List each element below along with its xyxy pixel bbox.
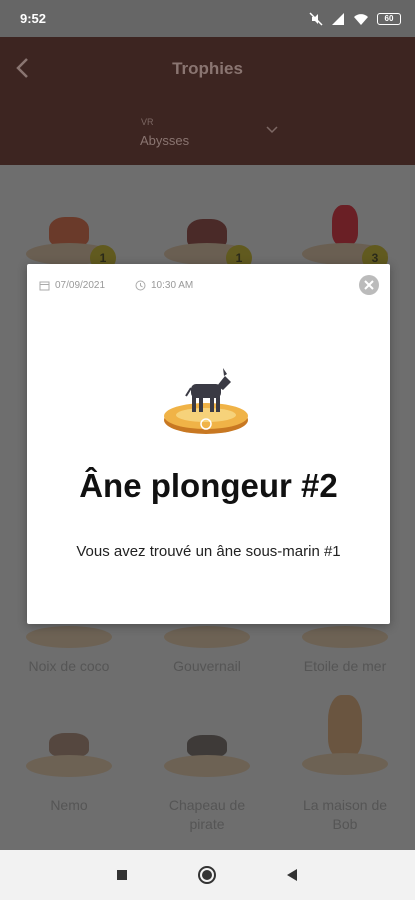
trophy-card[interactable]: Nemo — [14, 725, 124, 845]
date-text: 07/09/2021 — [55, 280, 106, 291]
trophy-name: Nemo — [50, 797, 88, 813]
pirate-hat-icon — [187, 735, 227, 757]
close-icon[interactable] — [358, 274, 380, 296]
trophy-detail-dialog: 07/09/2021 10:30 AM Âne plongeur #2 Vous… — [27, 264, 390, 624]
dropdown-label: VR — [141, 117, 154, 127]
square-icon[interactable] — [112, 865, 132, 885]
pedestal — [164, 626, 250, 648]
pedestal — [302, 753, 388, 775]
clock-icon — [135, 280, 146, 291]
trophy-card[interactable]: Chapeau de pirate — [152, 725, 262, 845]
pineapple-house-icon — [328, 695, 362, 757]
pedestal — [164, 755, 250, 777]
chevron-down-icon[interactable] — [265, 125, 279, 135]
circle-icon[interactable] — [197, 865, 217, 885]
status-icons: 60 — [309, 11, 401, 26]
time-text: 10:30 AM — [151, 280, 194, 291]
pedestal — [302, 626, 388, 648]
wifi-icon — [354, 13, 368, 25]
system-nav-bar — [0, 850, 415, 900]
date-meta: 07/09/2021 — [39, 280, 105, 291]
trophy-name: Noix de coco — [28, 658, 110, 674]
trophy-name: Gouvernail — [173, 658, 241, 674]
battery-icon: 60 — [377, 12, 401, 25]
pedestal — [26, 626, 112, 648]
trophy-card[interactable]: Gouvernail — [152, 620, 262, 740]
trophy-name: Etoile de mer — [303, 658, 387, 674]
pedestal — [26, 755, 112, 777]
app-bar: Trophies VR Abysses — [0, 37, 415, 165]
red-coral-icon — [332, 205, 358, 245]
trophy-name: Chapeau de pirate — [168, 797, 246, 832]
trophy-card[interactable]: Noix de coco — [14, 620, 124, 740]
status-bar: 9:52 60 — [0, 0, 415, 37]
triangle-back-icon[interactable] — [282, 865, 302, 885]
fish-icon — [49, 733, 89, 757]
calendar-icon — [39, 281, 50, 291]
dialog-title: Âne plongeur #2 — [79, 467, 338, 504]
dialog-description: Vous avez trouvé un âne sous-marin #1 — [76, 543, 341, 560]
mute-icon — [309, 11, 323, 26]
time-meta: 10:30 AM — [135, 280, 193, 291]
signal-icon — [332, 12, 344, 25]
status-time: 9:52 — [20, 11, 47, 26]
trophy-card[interactable]: La maison de Bob — [290, 695, 400, 832]
donkey-trophy-icon — [164, 368, 248, 434]
world-dropdown[interactable]: Abysses — [140, 133, 189, 148]
trophy-name: La maison de Bob — [302, 797, 388, 832]
page-title: Trophies — [172, 59, 243, 78]
